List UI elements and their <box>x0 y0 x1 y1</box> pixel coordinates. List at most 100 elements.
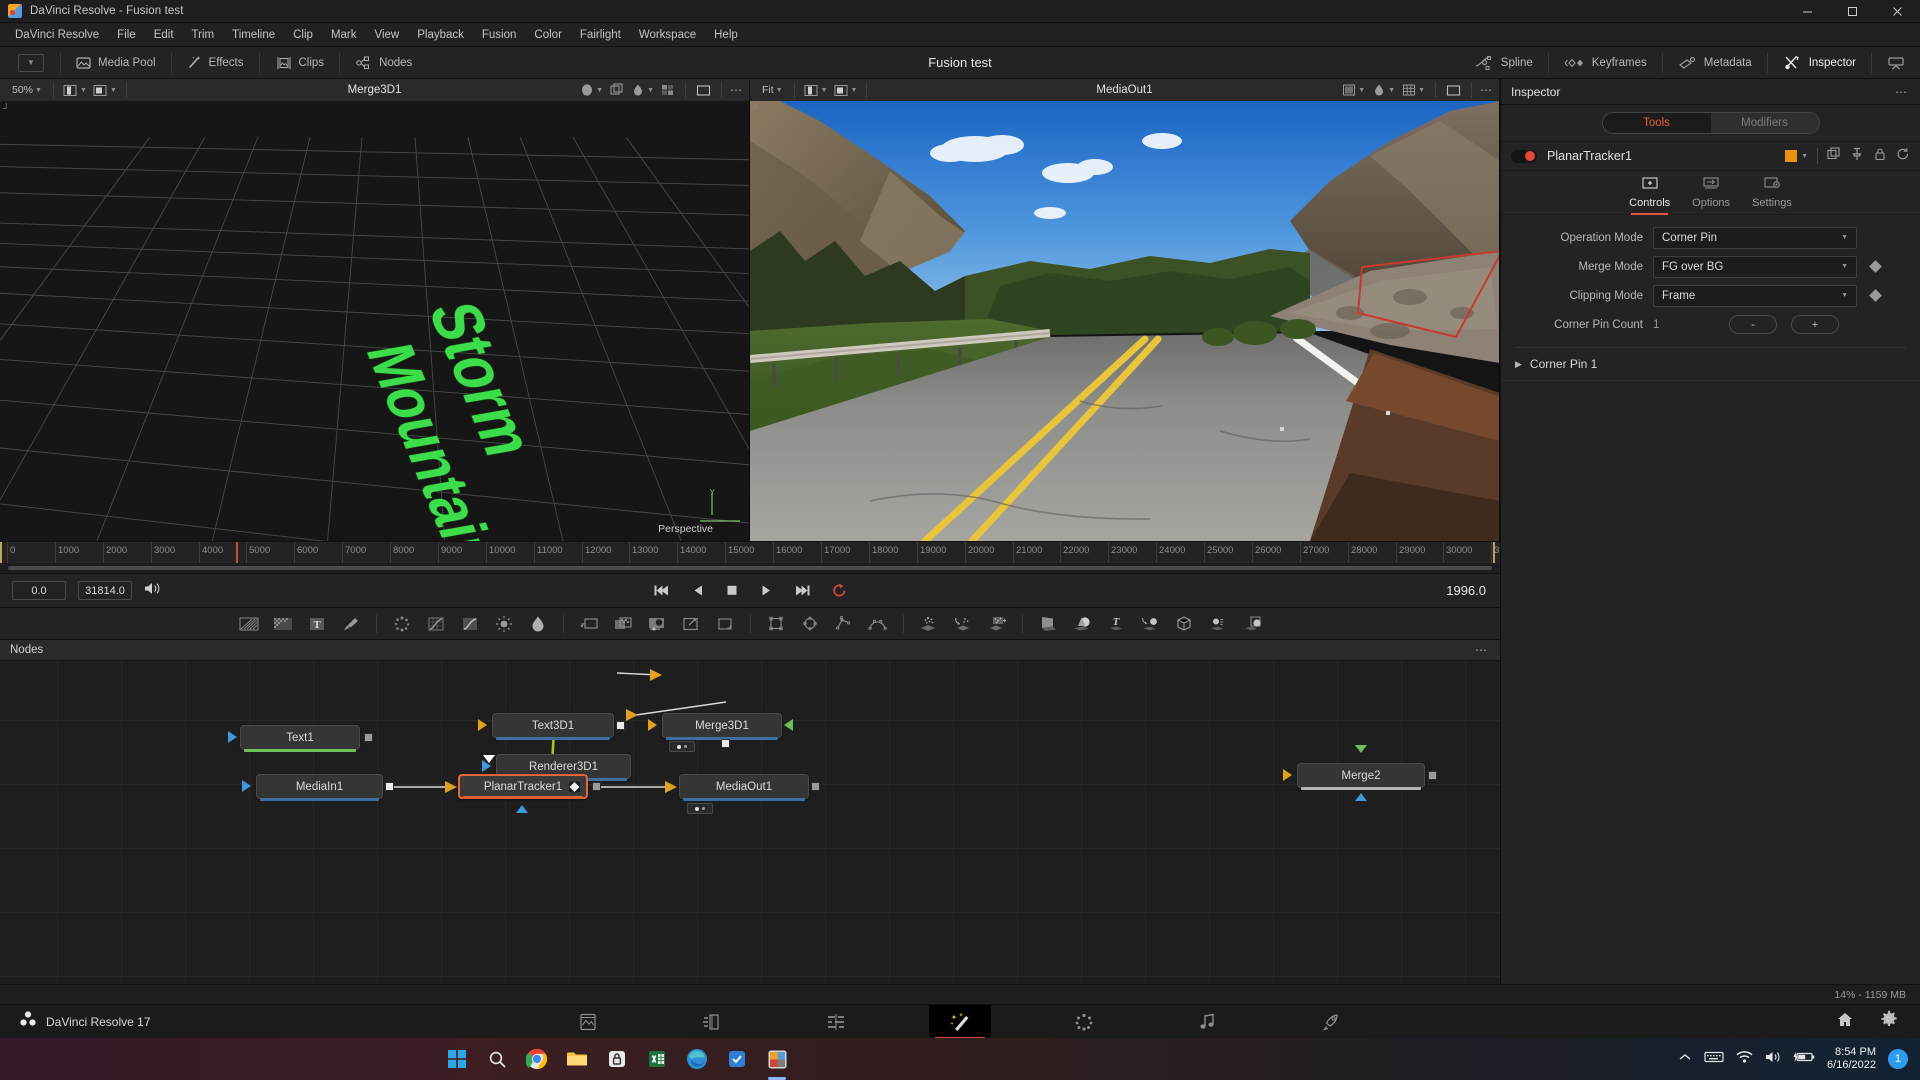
hue-saturation-icon[interactable] <box>521 611 555 637</box>
reset-icon[interactable] <box>1896 147 1910 166</box>
page-fusion[interactable] <box>929 1004 991 1039</box>
effects-button[interactable]: Effects <box>178 50 253 76</box>
checker-fade-icon[interactable] <box>266 611 300 637</box>
node-mediain1-input[interactable] <box>242 780 251 792</box>
node-merge3d1[interactable]: Merge3D1 <box>662 713 782 740</box>
left-viewer-overflow-icon[interactable]: ⋯ <box>730 83 743 97</box>
left-viewer-fullscreen-icon[interactable] <box>694 84 713 97</box>
color-corrector-icon[interactable] <box>419 611 453 637</box>
shape-3d-icon[interactable] <box>1065 611 1099 637</box>
in-point-field[interactable]: 0.0 <box>12 581 66 600</box>
background-icon[interactable] <box>232 611 266 637</box>
menu-fusion[interactable]: Fusion <box>473 23 526 47</box>
left-viewer-sphere-icon[interactable]: ▼ <box>578 83 605 97</box>
left-viewer-quad-icon[interactable] <box>659 83 677 97</box>
particle-emitter-icon[interactable] <box>912 611 946 637</box>
merge-icon[interactable] <box>606 611 640 637</box>
section-corner-pin-1[interactable]: ▶ Corner Pin 1 <box>1501 348 1920 380</box>
menu-edit[interactable]: Edit <box>145 23 183 47</box>
resolve-taskbar-icon[interactable] <box>764 1046 790 1072</box>
brightness-contrast-icon[interactable] <box>487 611 521 637</box>
file-explorer-icon[interactable] <box>564 1046 590 1072</box>
start-windows-icon[interactable] <box>444 1046 470 1072</box>
play-icon[interactable] <box>759 584 773 597</box>
merge-3d-icon[interactable] <box>1133 611 1167 637</box>
tool-color-swatch[interactable]: ▼ <box>1785 150 1808 162</box>
page-media[interactable] <box>557 1005 619 1039</box>
transform-icon[interactable] <box>572 611 606 637</box>
playhead-marker[interactable] <box>236 542 238 563</box>
renderer-3d-icon[interactable] <box>1235 611 1269 637</box>
left-viewer-zoom-dropdown[interactable]: 50% ▼ <box>8 84 46 96</box>
image-plane-3d-icon[interactable] <box>1031 611 1065 637</box>
bspline-mask-icon[interactable] <box>861 611 895 637</box>
page-fairlight[interactable] <box>1177 1005 1239 1039</box>
spline-button[interactable]: Spline <box>1466 50 1542 76</box>
left-viewer-layout-icon[interactable]: ▼ <box>91 84 119 97</box>
metadata-button[interactable]: Metadata <box>1669 50 1761 76</box>
battery-charging-icon[interactable] <box>1793 1050 1815 1069</box>
excel-icon[interactable] <box>644 1046 670 1072</box>
timeline-ruler[interactable]: 0 1000 2000 3000 4000 5000 6000 7000 8000 9000 100… <box>0 541 1500 563</box>
menu-davinci-resolve[interactable]: DaVinci Resolve <box>6 23 108 47</box>
spot-light-icon[interactable] <box>1201 611 1235 637</box>
out-point-field[interactable]: 31814.0 <box>78 581 132 600</box>
node-planartracker1-modifier-badge[interactable] <box>569 781 580 792</box>
search-icon[interactable] <box>484 1046 510 1072</box>
page-color[interactable] <box>1053 1005 1115 1039</box>
camera-3d-icon[interactable] <box>1167 611 1201 637</box>
node-graph-canvas[interactable]: Text1 Text3D1 Merge3D1 Renderer3D1 Media… <box>0 661 1500 984</box>
operation-mode-select[interactable]: Corner Pin ▼ <box>1653 226 1857 249</box>
loop-icon[interactable] <box>831 583 848 598</box>
menu-playback[interactable]: Playback <box>408 23 473 47</box>
merge-mode-keyframe-icon[interactable] <box>1869 260 1882 273</box>
right-viewer-fullscreen-icon[interactable] <box>1444 84 1463 97</box>
nodes-button[interactable]: Nodes <box>346 50 421 76</box>
left-viewer-split-icon[interactable]: ▼ <box>61 84 89 97</box>
page-deliver[interactable] <box>1301 1005 1363 1039</box>
skip-start-icon[interactable] <box>653 584 671 597</box>
media-pool-button[interactable]: Media Pool <box>67 50 165 76</box>
node-merge2-bottom-input[interactable] <box>1355 793 1367 801</box>
current-frame-field[interactable]: 1996.0 <box>1446 583 1486 598</box>
audio-speaker-icon[interactable] <box>144 581 161 601</box>
node-merge2[interactable]: Merge2 <box>1297 763 1425 790</box>
subtab-settings[interactable]: Settings <box>1752 171 1792 215</box>
right-viewer-checker-icon[interactable]: ▼ <box>1340 83 1367 97</box>
menu-mark[interactable]: Mark <box>322 23 366 47</box>
menu-clip[interactable]: Clip <box>284 23 322 47</box>
nodes-overflow-icon[interactable]: ⋯ <box>1475 643 1500 657</box>
node-mediaout1-output[interactable] <box>811 782 820 791</box>
page-cut[interactable] <box>681 1005 743 1039</box>
workspace-dropdown[interactable]: ▼ <box>18 53 44 72</box>
close-button[interactable] <box>1875 0 1920 22</box>
node-planartracker1-bottom-input[interactable] <box>516 805 528 813</box>
notification-badge[interactable]: 1 <box>1887 1049 1908 1069</box>
node-text1[interactable]: Text1 <box>240 725 360 752</box>
node-merge2-output[interactable] <box>1428 771 1437 780</box>
ellipse-mask-icon[interactable] <box>793 611 827 637</box>
pin-icon[interactable] <box>1850 147 1864 166</box>
subtab-controls[interactable]: Controls <box>1629 171 1670 215</box>
stop-icon[interactable] <box>725 584 739 597</box>
clipping-mode-keyframe-icon[interactable] <box>1869 289 1882 302</box>
timeline-scrollbar[interactable] <box>8 566 1492 570</box>
tool-enable-toggle[interactable] <box>1511 149 1537 163</box>
node-merge2-top-input[interactable] <box>1355 745 1367 753</box>
menu-timeline[interactable]: Timeline <box>223 23 284 47</box>
merge-mode-select[interactable]: FG over BG ▼ <box>1653 255 1857 278</box>
node-planartracker1[interactable]: PlanarTracker1 <box>458 774 588 799</box>
keyboard-icon[interactable] <box>1704 1050 1724 1069</box>
node-mediain1[interactable]: MediaIn1 <box>256 774 383 801</box>
app-blue-icon[interactable] <box>724 1046 750 1072</box>
inspector-button[interactable]: Inspector <box>1774 50 1865 76</box>
maximize-button[interactable] <box>1830 0 1875 22</box>
left-viewer-copy-icon[interactable] <box>608 83 626 97</box>
right-viewer-zoom-dropdown[interactable]: Fit ▼ <box>758 84 787 96</box>
paint-brush-icon[interactable] <box>334 611 368 637</box>
tab-tools[interactable]: Tools <box>1602 113 1711 133</box>
viewer-3d-merge3d1[interactable]: Y Storm Mountain ┘ Perspective <box>0 101 750 541</box>
node-text1-output[interactable] <box>364 733 373 742</box>
node-mediain1-output[interactable] <box>385 782 394 791</box>
store-lock-icon[interactable] <box>604 1046 630 1072</box>
